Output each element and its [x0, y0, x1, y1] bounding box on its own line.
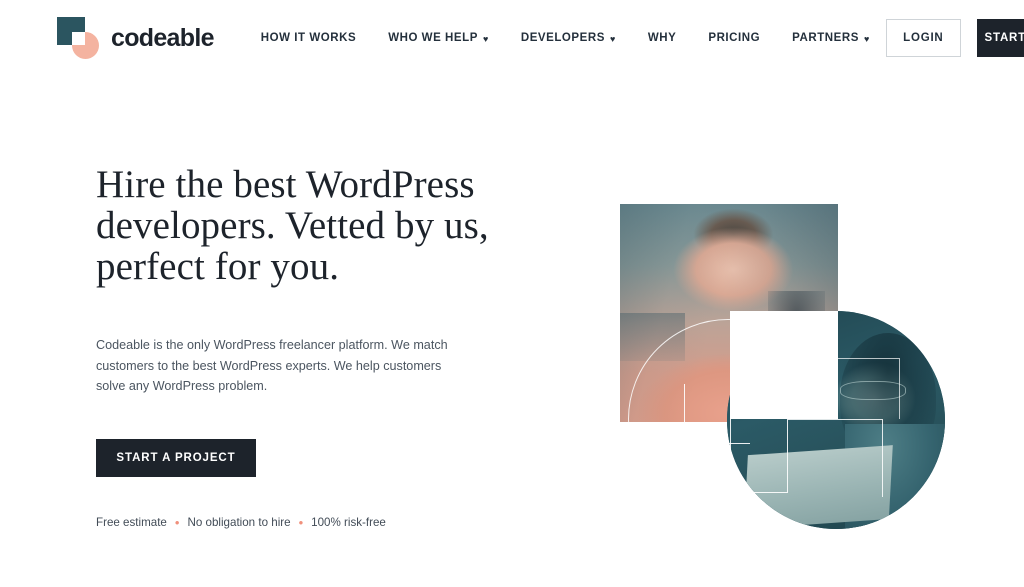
nav-item-developers[interactable]: DEVELOPERS ♥	[505, 32, 632, 44]
nav-item-pricing[interactable]: PRICING	[692, 32, 776, 44]
nav-item-how-it-works[interactable]: HOW IT WORKS	[245, 32, 372, 44]
feature-free-estimate: Free estimate	[96, 515, 167, 529]
hero-copy: Hire the best WordPress developers. Vett…	[96, 76, 566, 529]
nav-item-who-we-help[interactable]: WHO WE HELP ♥	[372, 32, 505, 44]
nav-label: PARTNERS	[792, 32, 859, 44]
nav-label: WHY	[647, 32, 677, 44]
hero-artwork	[600, 76, 1024, 587]
login-button[interactable]: LOGIN	[885, 19, 961, 57]
codeable-logo-icon	[56, 16, 100, 60]
hero-features-list: Free estimate • No obligation to hire • …	[96, 516, 566, 529]
chevron-down-icon: ♥	[609, 33, 616, 44]
logo-notch-shape	[72, 32, 85, 45]
decorative-line-4	[838, 358, 900, 419]
bullet-separator-icon: •	[298, 514, 304, 530]
nav-label: WHO WE HELP	[388, 32, 478, 44]
hero-paragraph: Codeable is the only WordPress freelance…	[96, 338, 448, 393]
nav-label: DEVELOPERS	[520, 32, 605, 44]
start-project-hero-button[interactable]: START A PROJECT	[96, 438, 256, 477]
nav-label: PRICING	[708, 32, 761, 44]
start-project-header-button[interactable]: START A PROJECT	[976, 19, 1024, 57]
brand-logo[interactable]: codeable	[56, 16, 214, 60]
page-title: Hire the best WordPress developers. Vett…	[96, 163, 489, 288]
feature-no-obligation: No obligation to hire	[187, 515, 291, 529]
chevron-down-icon: ♥	[863, 33, 870, 44]
hero-section: Hire the best WordPress developers. Vett…	[0, 76, 1024, 587]
nav-item-why[interactable]: WHY	[632, 32, 692, 44]
bullet-separator-icon: •	[174, 514, 180, 530]
chevron-down-icon: ♥	[482, 33, 489, 44]
feature-risk-free: 100% risk-free	[311, 515, 386, 529]
decorative-line-2	[730, 419, 788, 493]
decorative-line-3	[788, 419, 883, 497]
nav-label: HOW IT WORKS	[260, 32, 357, 44]
main-navigation: HOW IT WORKS WHO WE HELP ♥ DEVELOPERS ♥ …	[245, 32, 886, 44]
nav-item-partners[interactable]: PARTNERS ♥	[776, 32, 886, 44]
brand-name: codeable	[111, 23, 214, 52]
header-actions: LOGIN START A PROJECT	[885, 19, 1024, 57]
site-header: codeable HOW IT WORKS WHO WE HELP ♥ DEVE…	[0, 0, 1024, 76]
white-overlay-square	[730, 311, 838, 419]
